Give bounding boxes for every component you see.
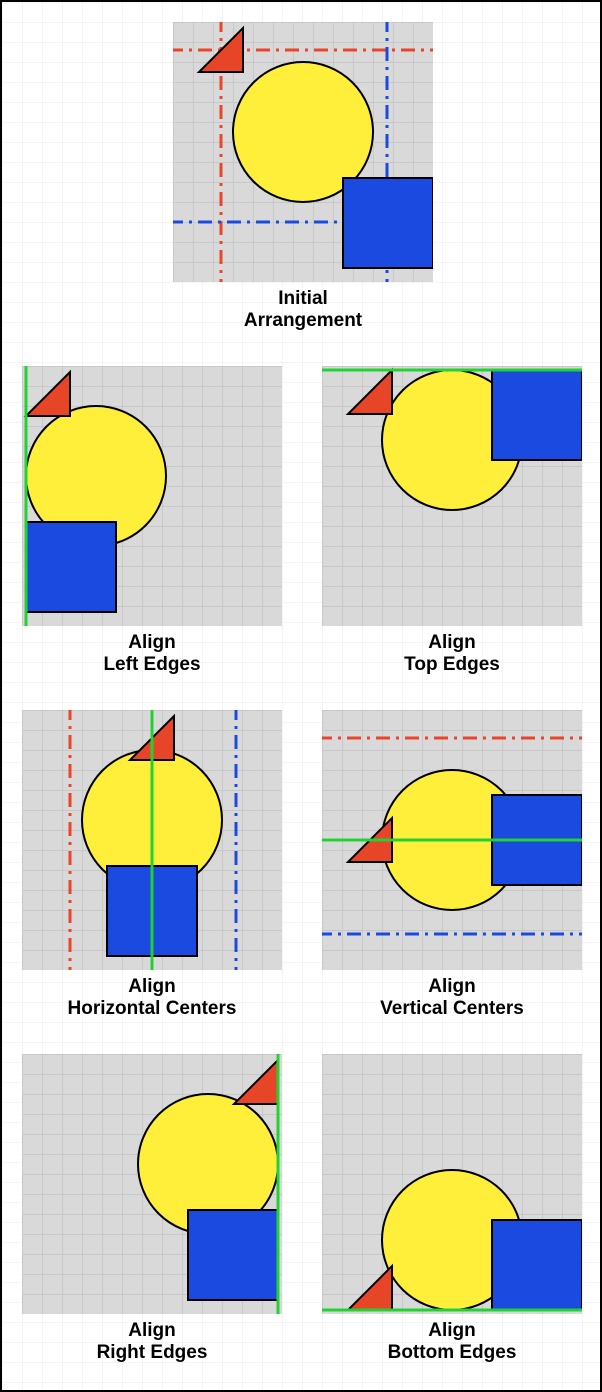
shapes-bottom — [322, 1054, 582, 1314]
shapes-hcenter — [22, 710, 282, 970]
shapes-top — [322, 366, 582, 626]
caption-initial: Initial Arrangement — [173, 288, 433, 332]
red-triangle — [348, 1266, 392, 1310]
grid-initial — [173, 22, 433, 282]
panel-align-top: Align Top Edges — [322, 366, 582, 676]
grid-hcenter — [22, 710, 282, 970]
caption-hcenter: Align Horizontal Centers — [22, 976, 282, 1020]
panel-align-right: Align Right Edges — [22, 1054, 282, 1364]
grid-left — [22, 366, 282, 626]
caption-top: Align Top Edges — [322, 632, 582, 676]
caption-bottom: Align Bottom Edges — [322, 1320, 582, 1364]
panel-align-hcenter: Align Horizontal Centers — [22, 710, 282, 1020]
shapes-right — [22, 1054, 282, 1314]
grid-vcenter — [322, 710, 582, 970]
shapes-left — [22, 366, 282, 626]
shapes-initial — [173, 22, 433, 282]
blue-square — [343, 178, 433, 268]
grid-right — [22, 1054, 282, 1314]
panel-align-vcenter: Align Vertical Centers — [322, 710, 582, 1020]
red-triangle — [26, 372, 70, 416]
blue-square — [492, 370, 582, 460]
panel-initial: Initial Arrangement — [173, 22, 433, 332]
blue-square — [26, 522, 116, 612]
blue-square — [188, 1210, 278, 1300]
grid-bottom — [322, 1054, 582, 1314]
blue-square — [492, 1220, 582, 1310]
red-triangle — [348, 370, 392, 414]
caption-right: Align Right Edges — [22, 1320, 282, 1364]
caption-left: Align Left Edges — [22, 632, 282, 676]
grid-top — [322, 366, 582, 626]
panel-align-bottom: Align Bottom Edges — [322, 1054, 582, 1364]
panel-align-left: Align Left Edges — [22, 366, 282, 676]
shapes-vcenter — [322, 710, 582, 970]
caption-vcenter: Align Vertical Centers — [322, 976, 582, 1020]
red-triangle — [234, 1060, 278, 1104]
